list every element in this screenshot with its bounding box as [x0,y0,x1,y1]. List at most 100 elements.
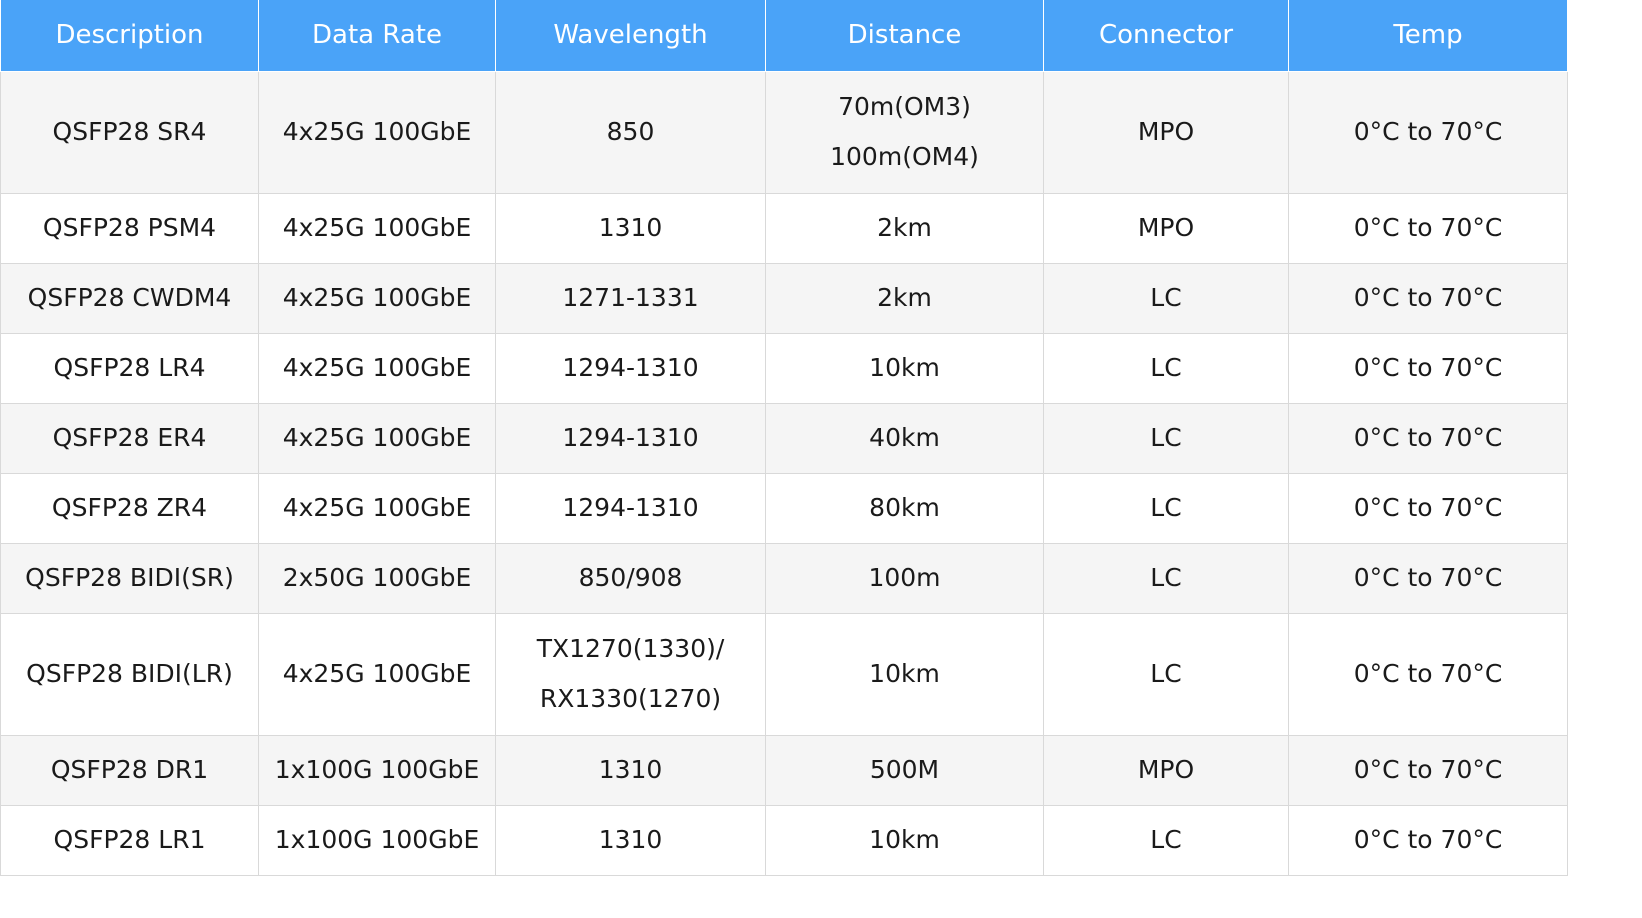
cell-wavelength-line: 850/908 [578,563,683,592]
cell-wavelength-line: RX1330(1270) [539,684,722,713]
cell-connector: MPO [1043,192,1289,264]
cell-data-rate: 4x25G 100GbE [258,192,496,264]
table-row: QSFP28 LR4 4x25G 100GbE 1294-1310 10km LC 0°C… [0,332,1568,404]
header-data-rate: Data Rate [258,0,496,72]
cell-description: QSFP28 BIDI(LR) [0,612,259,736]
cell-description: QSFP28 PSM4 [0,192,259,264]
cell-wavelength: 1310 [495,804,766,876]
cell-distance-line: 80km [869,493,940,522]
table-body: QSFP28 SR4 4x25G 100GbE 850 70m(OM3) 100m(OM… [0,70,1568,876]
cell-wavelength-line: TX1270(1330)/ [536,634,725,663]
cell-distance: 500M [765,734,1044,806]
cell-wavelength: TX1270(1330)/ RX1330(1270) [495,612,766,736]
cell-data-rate: 4x25G 100GbE [258,402,496,474]
cell-distance-line: 10km [869,825,940,854]
cell-description: QSFP28 BIDI(SR) [0,542,259,614]
cell-temp: 0°C to 70°C [1288,612,1568,736]
cell-distance-line: 70m(OM3) [838,92,971,121]
cell-wavelength-line: 1310 [598,755,663,784]
header-distance: Distance [765,0,1044,72]
table-row: QSFP28 ER4 4x25G 100GbE 1294-1310 40km LC 0°C… [0,402,1568,474]
table-row: QSFP28 LR1 1x100G 100GbE 1310 10km LC 0°C to … [0,804,1568,876]
cell-distance: 100m [765,542,1044,614]
cell-temp: 0°C to 70°C [1288,542,1568,614]
cell-temp: 0°C to 70°C [1288,734,1568,806]
cell-wavelength: 1310 [495,192,766,264]
cell-distance-line: 100m [868,563,941,592]
cell-data-rate: 1x100G 100GbE [258,734,496,806]
cell-data-rate: 4x25G 100GbE [258,612,496,736]
header-temp: Temp [1288,0,1568,72]
cell-wavelength-line: 1294-1310 [562,493,699,522]
cell-wavelength: 850/908 [495,542,766,614]
cell-temp: 0°C to 70°C [1288,332,1568,404]
cell-distance-line: 40km [869,423,940,452]
cell-distance-line: 100m(OM4) [830,142,979,171]
cell-wavelength-line: 1294-1310 [562,423,699,452]
header-row: Description Data Rate Wavelength Distanc… [0,0,1568,72]
cell-distance-line: 2km [877,283,932,312]
cell-distance-line: 2km [877,213,932,242]
cell-description: QSFP28 DR1 [0,734,259,806]
cell-data-rate: 4x25G 100GbE [258,262,496,334]
cell-connector: MPO [1043,734,1289,806]
cell-wavelength-line: 850 [606,117,655,146]
cell-distance-line: 500M [869,755,940,784]
cell-temp: 0°C to 70°C [1288,70,1568,194]
header-description: Description [0,0,259,72]
cell-wavelength: 1294-1310 [495,402,766,474]
cell-wavelength: 1271-1331 [495,262,766,334]
table-row: QSFP28 CWDM4 4x25G 100GbE 1271-1331 2km LC 0°… [0,262,1568,334]
cell-data-rate: 4x25G 100GbE [258,472,496,544]
cell-connector: LC [1043,332,1289,404]
cell-temp: 0°C to 70°C [1288,192,1568,264]
cell-distance: 2km [765,192,1044,264]
cell-distance-line: 10km [869,659,940,688]
cell-distance: 10km [765,612,1044,736]
cell-data-rate: 4x25G 100GbE [258,332,496,404]
cell-connector: LC [1043,402,1289,474]
cell-connector: LC [1043,542,1289,614]
cell-temp: 0°C to 70°C [1288,402,1568,474]
table-row: QSFP28 PSM4 4x25G 100GbE 1310 2km MPO 0°C to … [0,192,1568,264]
cell-wavelength: 850 [495,70,766,194]
cell-description: QSFP28 CWDM4 [0,262,259,334]
cell-temp: 0°C to 70°C [1288,804,1568,876]
cell-distance: 40km [765,402,1044,474]
cell-connector: LC [1043,804,1289,876]
cell-distance: 10km [765,332,1044,404]
cell-wavelength-line: 1310 [598,213,663,242]
cell-description: QSFP28 SR4 [0,70,259,194]
cell-connector: LC [1043,472,1289,544]
cell-connector: MPO [1043,70,1289,194]
table-row: QSFP28 DR1 1x100G 100GbE 1310 500M MPO 0°C to… [0,734,1568,806]
cell-temp: 0°C to 70°C [1288,262,1568,334]
cell-connector: LC [1043,612,1289,736]
spec-table: Description Data Rate Wavelength Distanc… [0,0,1568,876]
header-wavelength: Wavelength [495,0,766,72]
table-row: QSFP28 ZR4 4x25G 100GbE 1294-1310 80km LC 0°C… [0,472,1568,544]
cell-wavelength: 1294-1310 [495,332,766,404]
table-row: QSFP28 SR4 4x25G 100GbE 850 70m(OM3) 100m(OM… [0,70,1568,194]
cell-distance: 2km [765,262,1044,334]
cell-distance: 10km [765,804,1044,876]
header-connector: Connector [1043,0,1289,72]
table-row: QSFP28 BIDI(SR) 2x50G 100GbE 850/908 100m LC… [0,542,1568,614]
cell-distance: 70m(OM3) 100m(OM4) [765,70,1044,194]
cell-description: QSFP28 LR4 [0,332,259,404]
cell-distance: 80km [765,472,1044,544]
cell-description: QSFP28 ZR4 [0,472,259,544]
cell-wavelength-line: 1271-1331 [562,283,699,312]
table-header: Description Data Rate Wavelength Distanc… [0,0,1568,72]
cell-wavelength: 1294-1310 [495,472,766,544]
cell-data-rate: 2x50G 100GbE [258,542,496,614]
cell-description: QSFP28 LR1 [0,804,259,876]
cell-description: QSFP28 ER4 [0,402,259,474]
cell-distance-line: 10km [869,353,940,382]
cell-connector: LC [1043,262,1289,334]
cell-wavelength-line: 1294-1310 [562,353,699,382]
cell-wavelength-line: 1310 [598,825,663,854]
cell-temp: 0°C to 70°C [1288,472,1568,544]
cell-data-rate: 4x25G 100GbE [258,70,496,194]
cell-wavelength: 1310 [495,734,766,806]
